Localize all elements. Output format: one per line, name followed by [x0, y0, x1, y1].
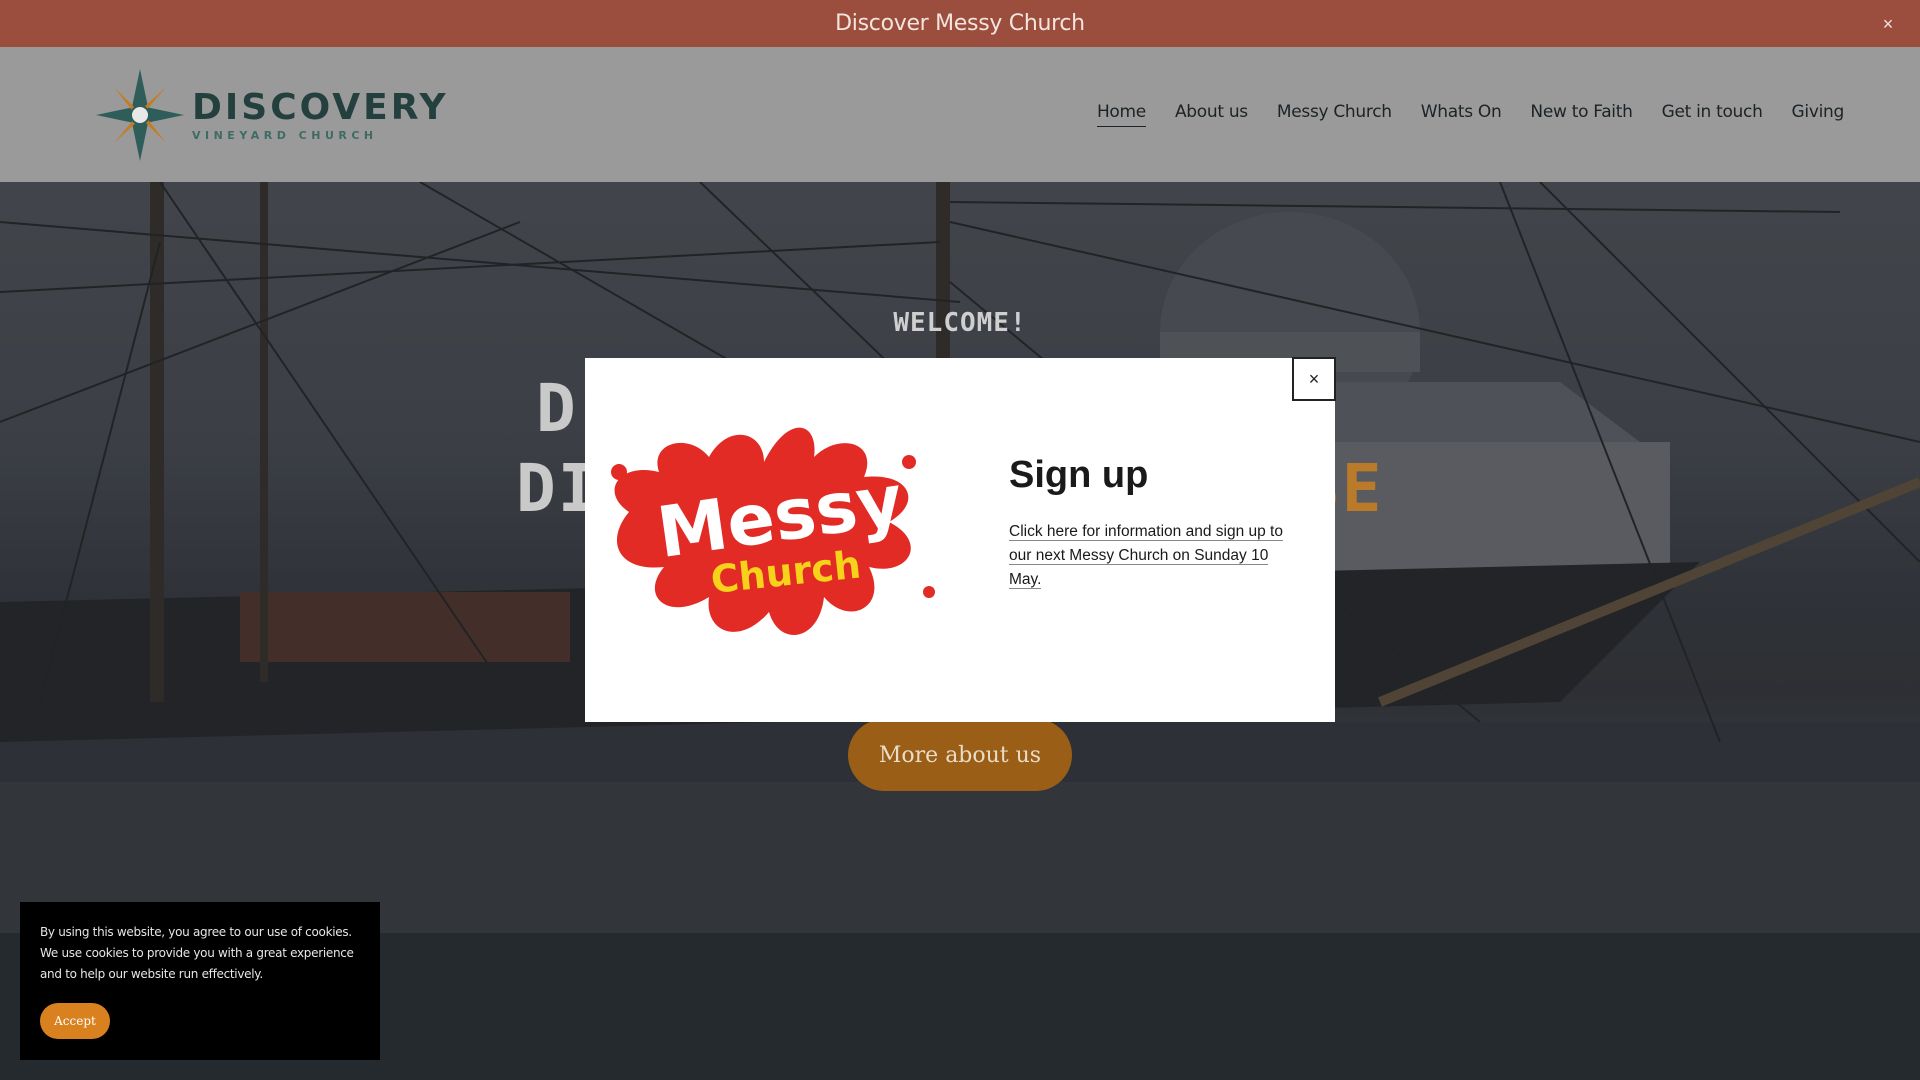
hero-heading-line1-start: D: [536, 370, 578, 447]
cookie-text: By using this website, you agree to our …: [40, 925, 354, 981]
messy-church-logo: Messy Church ®: [611, 427, 935, 635]
nav-item-get-in-touch[interactable]: Get in touch: [1662, 102, 1763, 127]
nav-item-about-us[interactable]: About us: [1175, 102, 1248, 127]
registered-mark: ®: [907, 511, 919, 525]
nav-item-new-to-faith[interactable]: New to Faith: [1530, 102, 1632, 127]
modal-title: Sign up: [1009, 454, 1149, 496]
signup-info-link[interactable]: Click here for information and sign up t…: [1009, 520, 1299, 592]
signup-info-link-text[interactable]: Click here for information and sign up t…: [1009, 523, 1283, 589]
site-header: DISCOVERY VINEYARD CHURCH Home About us …: [0, 47, 1920, 182]
hero-welcome: WELCOME!: [893, 308, 1027, 338]
logo-title: DISCOVERY: [192, 86, 449, 128]
nav-item-whats-on[interactable]: Whats On: [1421, 102, 1502, 127]
main-nav: Home About us Messy Church Whats On New …: [1096, 102, 1845, 127]
signup-modal: × Messy Church ® Sign up Click here for …: [585, 357, 1336, 722]
nav-item-messy-church[interactable]: Messy Church: [1277, 102, 1392, 127]
close-icon[interactable]: ×: [1292, 357, 1336, 401]
site-logo[interactable]: DISCOVERY VINEYARD CHURCH: [94, 65, 446, 165]
nav-item-home[interactable]: Home: [1096, 102, 1146, 127]
close-icon[interactable]: ×: [1880, 15, 1896, 33]
accept-cookies-button[interactable]: Accept: [40, 1003, 110, 1039]
announcement-bar: Discover Messy Church ×: [0, 0, 1920, 47]
nav-item-giving[interactable]: Giving: [1792, 102, 1845, 127]
compass-icon: [96, 69, 184, 161]
cookie-banner: By using this website, you agree to our …: [20, 902, 380, 1060]
logo-subtitle: VINEYARD CHURCH: [192, 128, 378, 142]
announcement-text[interactable]: Discover Messy Church: [835, 11, 1085, 36]
more-about-us-button[interactable]: More about us: [848, 719, 1072, 791]
